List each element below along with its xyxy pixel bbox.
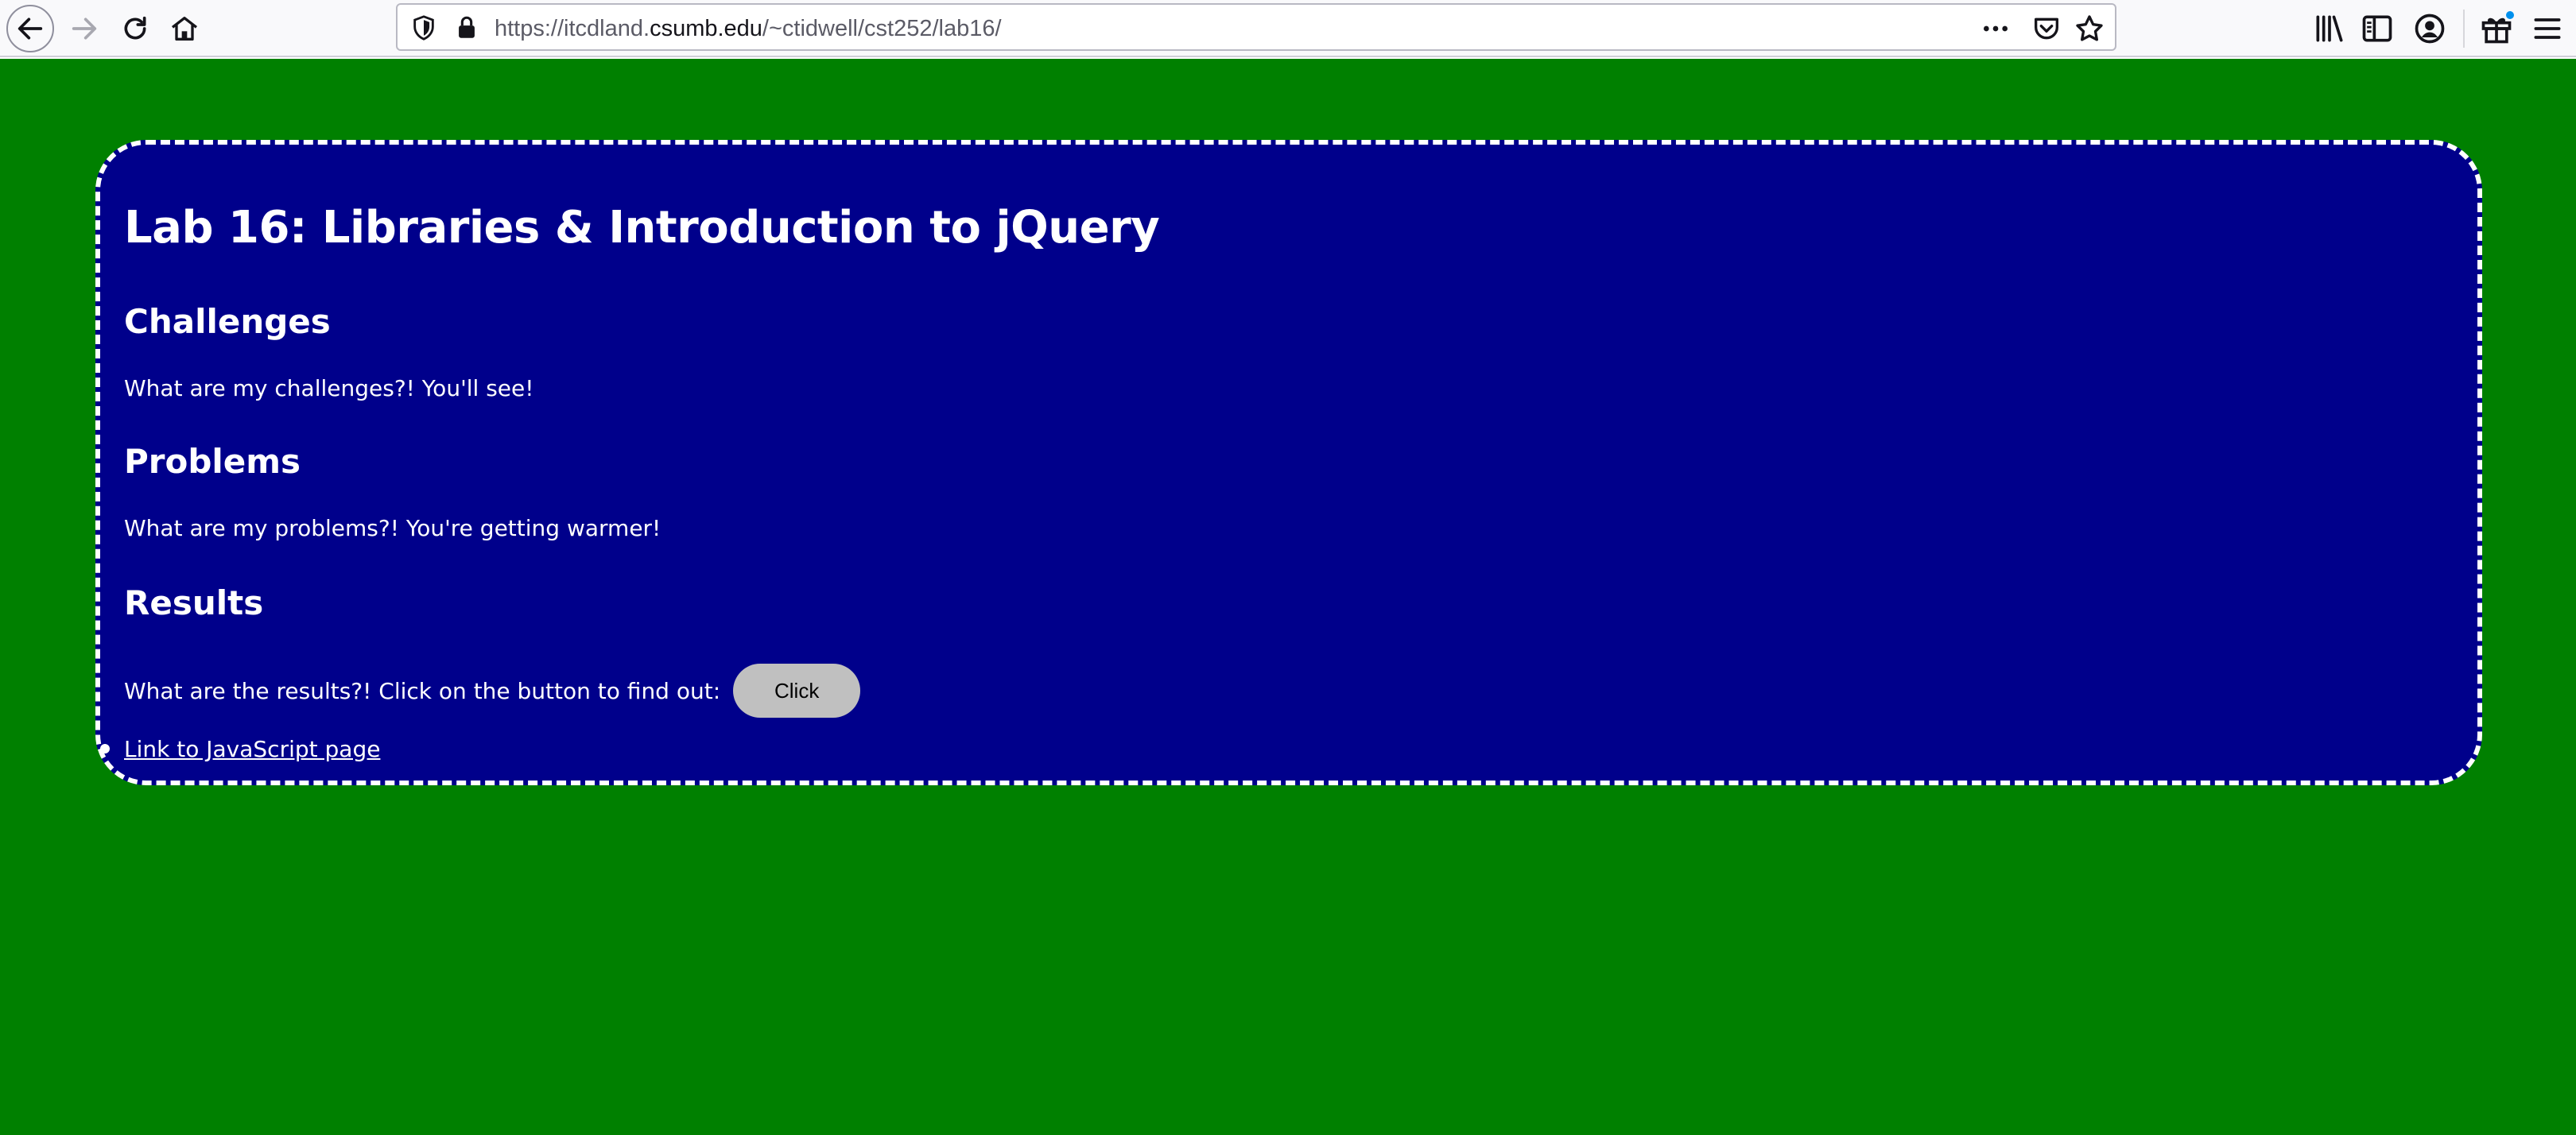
problems-heading: Problems: [124, 442, 301, 481]
home-button[interactable]: [161, 5, 208, 52]
more-dots-icon: [1984, 25, 2008, 32]
list-item: Link to JavaScript page: [100, 733, 380, 765]
results-heading: Results: [124, 583, 264, 622]
whats-new-button[interactable]: [2479, 10, 2516, 46]
sidebar-button[interactable]: [2360, 11, 2395, 46]
forward-button[interactable]: [60, 5, 108, 52]
notification-dot: [2504, 10, 2516, 21]
url-text[interactable]: https://itcdland.csumb.edu/~ctidwell/cst…: [495, 14, 1002, 43]
javascript-page-link[interactable]: Link to JavaScript page: [124, 736, 380, 762]
arrow-left-icon: [17, 17, 43, 40]
account-button[interactable]: [2412, 11, 2447, 46]
toolbar-separator: [2463, 10, 2465, 48]
challenges-heading: Challenges: [124, 302, 331, 341]
back-button[interactable]: [6, 5, 54, 52]
list-bullet: [100, 744, 110, 753]
reload-icon: [124, 16, 146, 40]
tracking-shield-icon[interactable]: [410, 14, 437, 41]
browser-toolbar: https://itcdland.csumb.edu/~ctidwell/cst…: [0, 0, 2576, 57]
pocket-icon: [2035, 17, 2058, 40]
bookmark-button[interactable]: [2074, 13, 2105, 45]
page-actions-button[interactable]: [1980, 13, 2012, 45]
library-button[interactable]: [2312, 11, 2347, 46]
lock-icon[interactable]: [453, 14, 480, 41]
problems-text: What are my problems?! You're getting wa…: [124, 515, 661, 541]
star-icon: [2076, 15, 2103, 41]
page-viewport: Lab 16: Libraries & Introduction to jQue…: [0, 59, 2576, 1135]
url-domain: csumb.edu: [650, 16, 762, 41]
click-button[interactable]: Click: [733, 664, 861, 718]
account-icon: [2415, 14, 2445, 44]
home-icon: [171, 17, 198, 41]
sidebar-icon: [2362, 15, 2392, 42]
url-prefix: https://itcdland.: [495, 16, 650, 41]
challenges-text: What are my challenges?! You'll see!: [124, 375, 534, 401]
library-icon: [2316, 15, 2343, 42]
content-card: Lab 16: Libraries & Introduction to jQue…: [95, 140, 2482, 785]
results-text: What are the results?! Click on the butt…: [124, 677, 721, 704]
address-bar[interactable]: https://itcdland.csumb.edu/~ctidwell/cst…: [396, 3, 2116, 51]
pocket-button[interactable]: [2031, 13, 2062, 45]
arrow-right-icon: [72, 17, 97, 40]
open-menu-button[interactable]: [2530, 11, 2565, 46]
results-row: What are the results?! Click on the butt…: [124, 663, 861, 719]
hamburger-menu-icon: [2534, 18, 2561, 39]
reload-button[interactable]: [111, 5, 159, 52]
url-path: /~ctidwell/cst252/lab16/: [762, 16, 1002, 41]
page-title: Lab 16: Libraries & Introduction to jQue…: [124, 202, 1160, 254]
